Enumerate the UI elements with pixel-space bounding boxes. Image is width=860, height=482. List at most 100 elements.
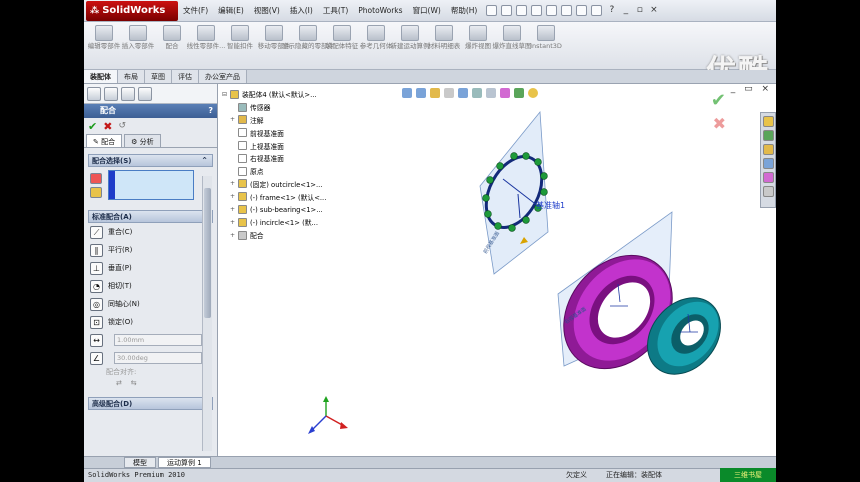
new-document-icon[interactable] xyxy=(486,5,498,16)
tangent-icon: ◔ xyxy=(90,279,103,293)
tab-assembly[interactable]: 装配体 xyxy=(84,70,118,83)
linear-pattern-button[interactable]: 线性零部件... xyxy=(187,25,225,50)
feature-manager-tab-icon[interactable] xyxy=(87,86,101,101)
status-definition: 欠定义 xyxy=(566,471,587,479)
mate-concentric[interactable]: ◎ 同轴心(N) xyxy=(84,295,217,313)
tab-layout[interactable]: 布局 xyxy=(118,70,145,83)
ok-check-icon[interactable]: ✔ xyxy=(88,120,97,133)
lock-label: 锁定(O) xyxy=(108,318,133,326)
advanced-mates-header[interactable]: 高级配合(D) ⌄ xyxy=(88,397,213,410)
open-icon[interactable] xyxy=(501,5,513,16)
edit-component-button[interactable]: 编辑零部件 xyxy=(88,25,120,50)
mate-tangent[interactable]: ◔ 相切(T) xyxy=(84,277,217,295)
menu-window[interactable]: 窗口(W) xyxy=(408,5,446,16)
property-manager-tab-icon[interactable] xyxy=(104,86,118,101)
tab-analysis[interactable]: ⚙ 分析 xyxy=(124,134,161,147)
confirm-check-icon[interactable]: ✔ xyxy=(711,90,726,111)
new-motion-study-button[interactable]: 新建运动算例 xyxy=(391,25,430,50)
status-bar: SolidWorks Premium 2010 欠定义 正在编辑：装配体 xyxy=(84,468,776,482)
distance-input[interactable]: 1.00mm xyxy=(114,334,202,346)
mate-button[interactable]: 配合 xyxy=(158,25,186,50)
appearances-icon[interactable] xyxy=(763,172,774,183)
mate-perpendicular[interactable]: ⊥ 垂直(P) xyxy=(84,259,217,277)
datum-axis-label[interactable]: 基准轴1 xyxy=(536,200,565,210)
help-icon[interactable]: ? xyxy=(607,6,616,15)
logo-text: SolidWorks xyxy=(102,5,166,16)
menu-bar: ⁂ SolidWorks 文件(F) 编辑(E) 视图(V) 插入(I) 工具(T… xyxy=(84,0,776,22)
show-hidden-button[interactable]: 显示隐藏的零部件 xyxy=(282,25,334,50)
assembly-features-button[interactable]: 装配体特征 xyxy=(326,25,358,50)
tab-motion-study-1[interactable]: 运动算例 1 xyxy=(158,457,211,468)
select-icon[interactable] xyxy=(561,5,573,16)
chevron-up-icon: ⌃ xyxy=(201,156,208,165)
insert-component-button[interactable]: 插入零部件 xyxy=(122,25,154,50)
tab-sketch[interactable]: 草图 xyxy=(145,70,172,83)
configuration-manager-tab-icon[interactable] xyxy=(121,86,135,101)
view-palette-icon[interactable] xyxy=(763,158,774,169)
mate-coincident[interactable]: ⟋ 重合(C) xyxy=(84,223,217,241)
task-pane-tabs xyxy=(760,112,776,208)
pushpin-icon[interactable]: ↺ xyxy=(118,121,126,131)
explode-line-sketch-button[interactable]: 爆炸直线草图 xyxy=(493,25,532,50)
bom-icon xyxy=(435,25,453,41)
mate-angle: ∠ 30.00deg xyxy=(84,349,217,367)
solidworks-logo[interactable]: ⁂ SolidWorks xyxy=(86,0,178,21)
mate-alignment-buttons[interactable]: ⇄ ⇆ xyxy=(84,379,217,387)
property-manager: 配合 ? ✔ ✖ ↺ ✎ 配合 ⚙ 分析 配合选择(S) ⌃ 标准配合(A) ⌃… xyxy=(84,84,218,456)
file-explorer-icon[interactable] xyxy=(763,144,774,155)
menu-tools[interactable]: 工具(T) xyxy=(318,5,353,16)
save-icon[interactable] xyxy=(516,5,528,16)
menu-photoworks[interactable]: PhotoWorks xyxy=(353,6,407,15)
tab-evaluate[interactable]: 评估 xyxy=(172,70,199,83)
angle-input[interactable]: 30.00deg xyxy=(114,352,202,364)
lock-icon: ⊡ xyxy=(90,315,103,329)
design-library-icon[interactable] xyxy=(763,130,774,141)
advanced-mates-title: 高级配合(D) xyxy=(92,400,133,408)
menu-view[interactable]: 视图(V) xyxy=(249,5,285,16)
mate-selection-area xyxy=(84,170,217,204)
print-icon[interactable] xyxy=(531,5,543,16)
bill-of-materials-button[interactable]: 材料明细表 xyxy=(428,25,460,50)
mate-selections-listbox[interactable] xyxy=(108,170,194,200)
motion-study-icon xyxy=(401,25,419,41)
display-manager-tab-icon[interactable] xyxy=(138,86,152,101)
scrollbar-thumb[interactable] xyxy=(204,188,211,318)
tab-mates[interactable]: ✎ 配合 xyxy=(86,134,123,147)
standard-mates-header[interactable]: 标准配合(A) ⌃ xyxy=(88,210,213,223)
mate-selections-title: 配合选择(S) xyxy=(92,157,132,165)
menu-edit[interactable]: 编辑(E) xyxy=(213,5,249,16)
menu-insert[interactable]: 插入(I) xyxy=(285,5,318,16)
mate-parallel[interactable]: ∥ 平行(R) xyxy=(84,241,217,259)
show-hidden-icon xyxy=(299,25,317,41)
menu-help[interactable]: 帮助(H) xyxy=(446,5,483,16)
undo-icon[interactable] xyxy=(546,5,558,16)
instant3d-button[interactable]: Instant3D xyxy=(530,25,562,50)
graphics-area[interactable]: _ ▭ × ⊟ 装配体4 (默认<默认>... 传感器 + 注解 前视基准面 上视基准面… xyxy=(218,84,776,456)
options-icon[interactable] xyxy=(591,5,603,16)
custom-properties-icon[interactable] xyxy=(763,186,774,197)
tab-office-products[interactable]: 办公室产品 xyxy=(199,70,247,83)
coincident-label: 重合(C) xyxy=(108,228,133,236)
property-manager-scrollbar[interactable] xyxy=(202,176,212,451)
restore-icon[interactable]: ▫ xyxy=(635,6,644,15)
cancel-x-icon[interactable]: ✖ xyxy=(103,120,112,133)
mate-subtabs: ✎ 配合 ⚙ 分析 xyxy=(84,134,217,148)
reference-geometry-button[interactable]: 参考几何体 xyxy=(360,25,392,50)
perpendicular-label: 垂直(P) xyxy=(108,264,132,272)
smart-fasteners-button[interactable]: 智能扣件 xyxy=(226,25,254,50)
perpendicular-icon: ⊥ xyxy=(90,261,103,275)
solidworks-resources-icon[interactable] xyxy=(763,116,774,127)
close-icon[interactable]: × xyxy=(649,6,658,15)
mate-lock[interactable]: ⊡ 锁定(O) xyxy=(84,313,217,331)
cancel-x-icon[interactable]: ✖ xyxy=(713,114,726,133)
mate-selections-header[interactable]: 配合选择(S) ⌃ xyxy=(88,154,213,167)
solidworks-window: ⁂ SolidWorks 文件(F) 编辑(E) 视图(V) 插入(I) 工具(T… xyxy=(84,0,776,482)
minimize-icon[interactable]: _ xyxy=(621,6,630,15)
pm-help-icon[interactable]: ? xyxy=(208,104,213,118)
menu-file[interactable]: 文件(F) xyxy=(178,5,213,16)
pm-title-text: 配合 xyxy=(100,106,116,115)
exploded-view-button[interactable]: 爆炸视图 xyxy=(464,25,492,50)
rebuild-icon[interactable] xyxy=(576,5,588,16)
linear-pattern-icon xyxy=(197,25,215,41)
tab-model[interactable]: 模型 xyxy=(124,457,156,468)
